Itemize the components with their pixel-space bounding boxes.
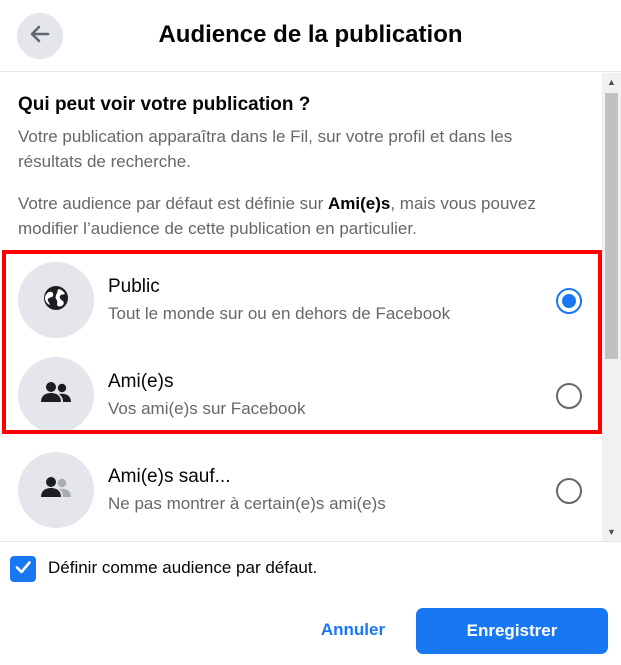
option-label: Ami(e)s: [108, 371, 174, 392]
cancel-button[interactable]: Annuler: [304, 608, 402, 652]
question-heading: Qui peut voir votre publication ?: [18, 94, 311, 115]
option-public[interactable]: Public Tout le monde sur ou en dehors de…: [0, 250, 602, 345]
option-friends[interactable]: Ami(e)s Vos ami(e)s sur Facebook: [0, 345, 602, 440]
dialog-footer: Définir comme audience par défaut. Annul…: [0, 541, 621, 665]
friends-icon: [40, 380, 72, 411]
radio-friends[interactable]: [556, 383, 582, 409]
option-friends-except[interactable]: Ami(e)s sauf... Ne pas montrer à certain…: [0, 440, 602, 535]
audience-content: Qui peut voir votre publication ? Votre …: [0, 73, 602, 541]
friends-except-icon: [40, 475, 72, 506]
globe-icon: [42, 284, 70, 317]
question-description: Votre publication apparaîtra dans le Fil…: [18, 127, 513, 171]
scroll-down-icon[interactable]: ▼: [602, 523, 621, 541]
dialog-header: Audience de la publication: [0, 0, 621, 72]
radio-friends-except[interactable]: [556, 478, 582, 504]
option-sublabel: Vos ami(e)s sur Facebook: [108, 399, 306, 418]
default-audience-label[interactable]: Définir comme audience par défaut.: [48, 558, 317, 578]
scroll-up-icon[interactable]: ▲: [602, 73, 621, 91]
default-audience-note: Votre audience par défaut est définie su…: [18, 194, 536, 238]
checkmark-icon: [14, 558, 32, 581]
scrollbar[interactable]: ▲ ▼: [602, 73, 621, 541]
radio-public[interactable]: [556, 288, 582, 314]
option-label: Public: [108, 276, 160, 297]
option-sublabel: Tout le monde sur ou en dehors de Facebo…: [108, 304, 451, 323]
default-audience-checkbox[interactable]: [10, 556, 36, 582]
option-sublabel: Ne pas montrer à certain(e)s ami(e)s: [108, 494, 386, 513]
option-label: Ami(e)s sauf...: [108, 466, 231, 487]
scrollbar-thumb[interactable]: [605, 93, 618, 359]
default-audience-value: Ami(e)s: [327, 194, 391, 213]
save-button[interactable]: Enregistrer: [416, 608, 608, 654]
dialog-title: Audience de la publication: [158, 21, 463, 48]
